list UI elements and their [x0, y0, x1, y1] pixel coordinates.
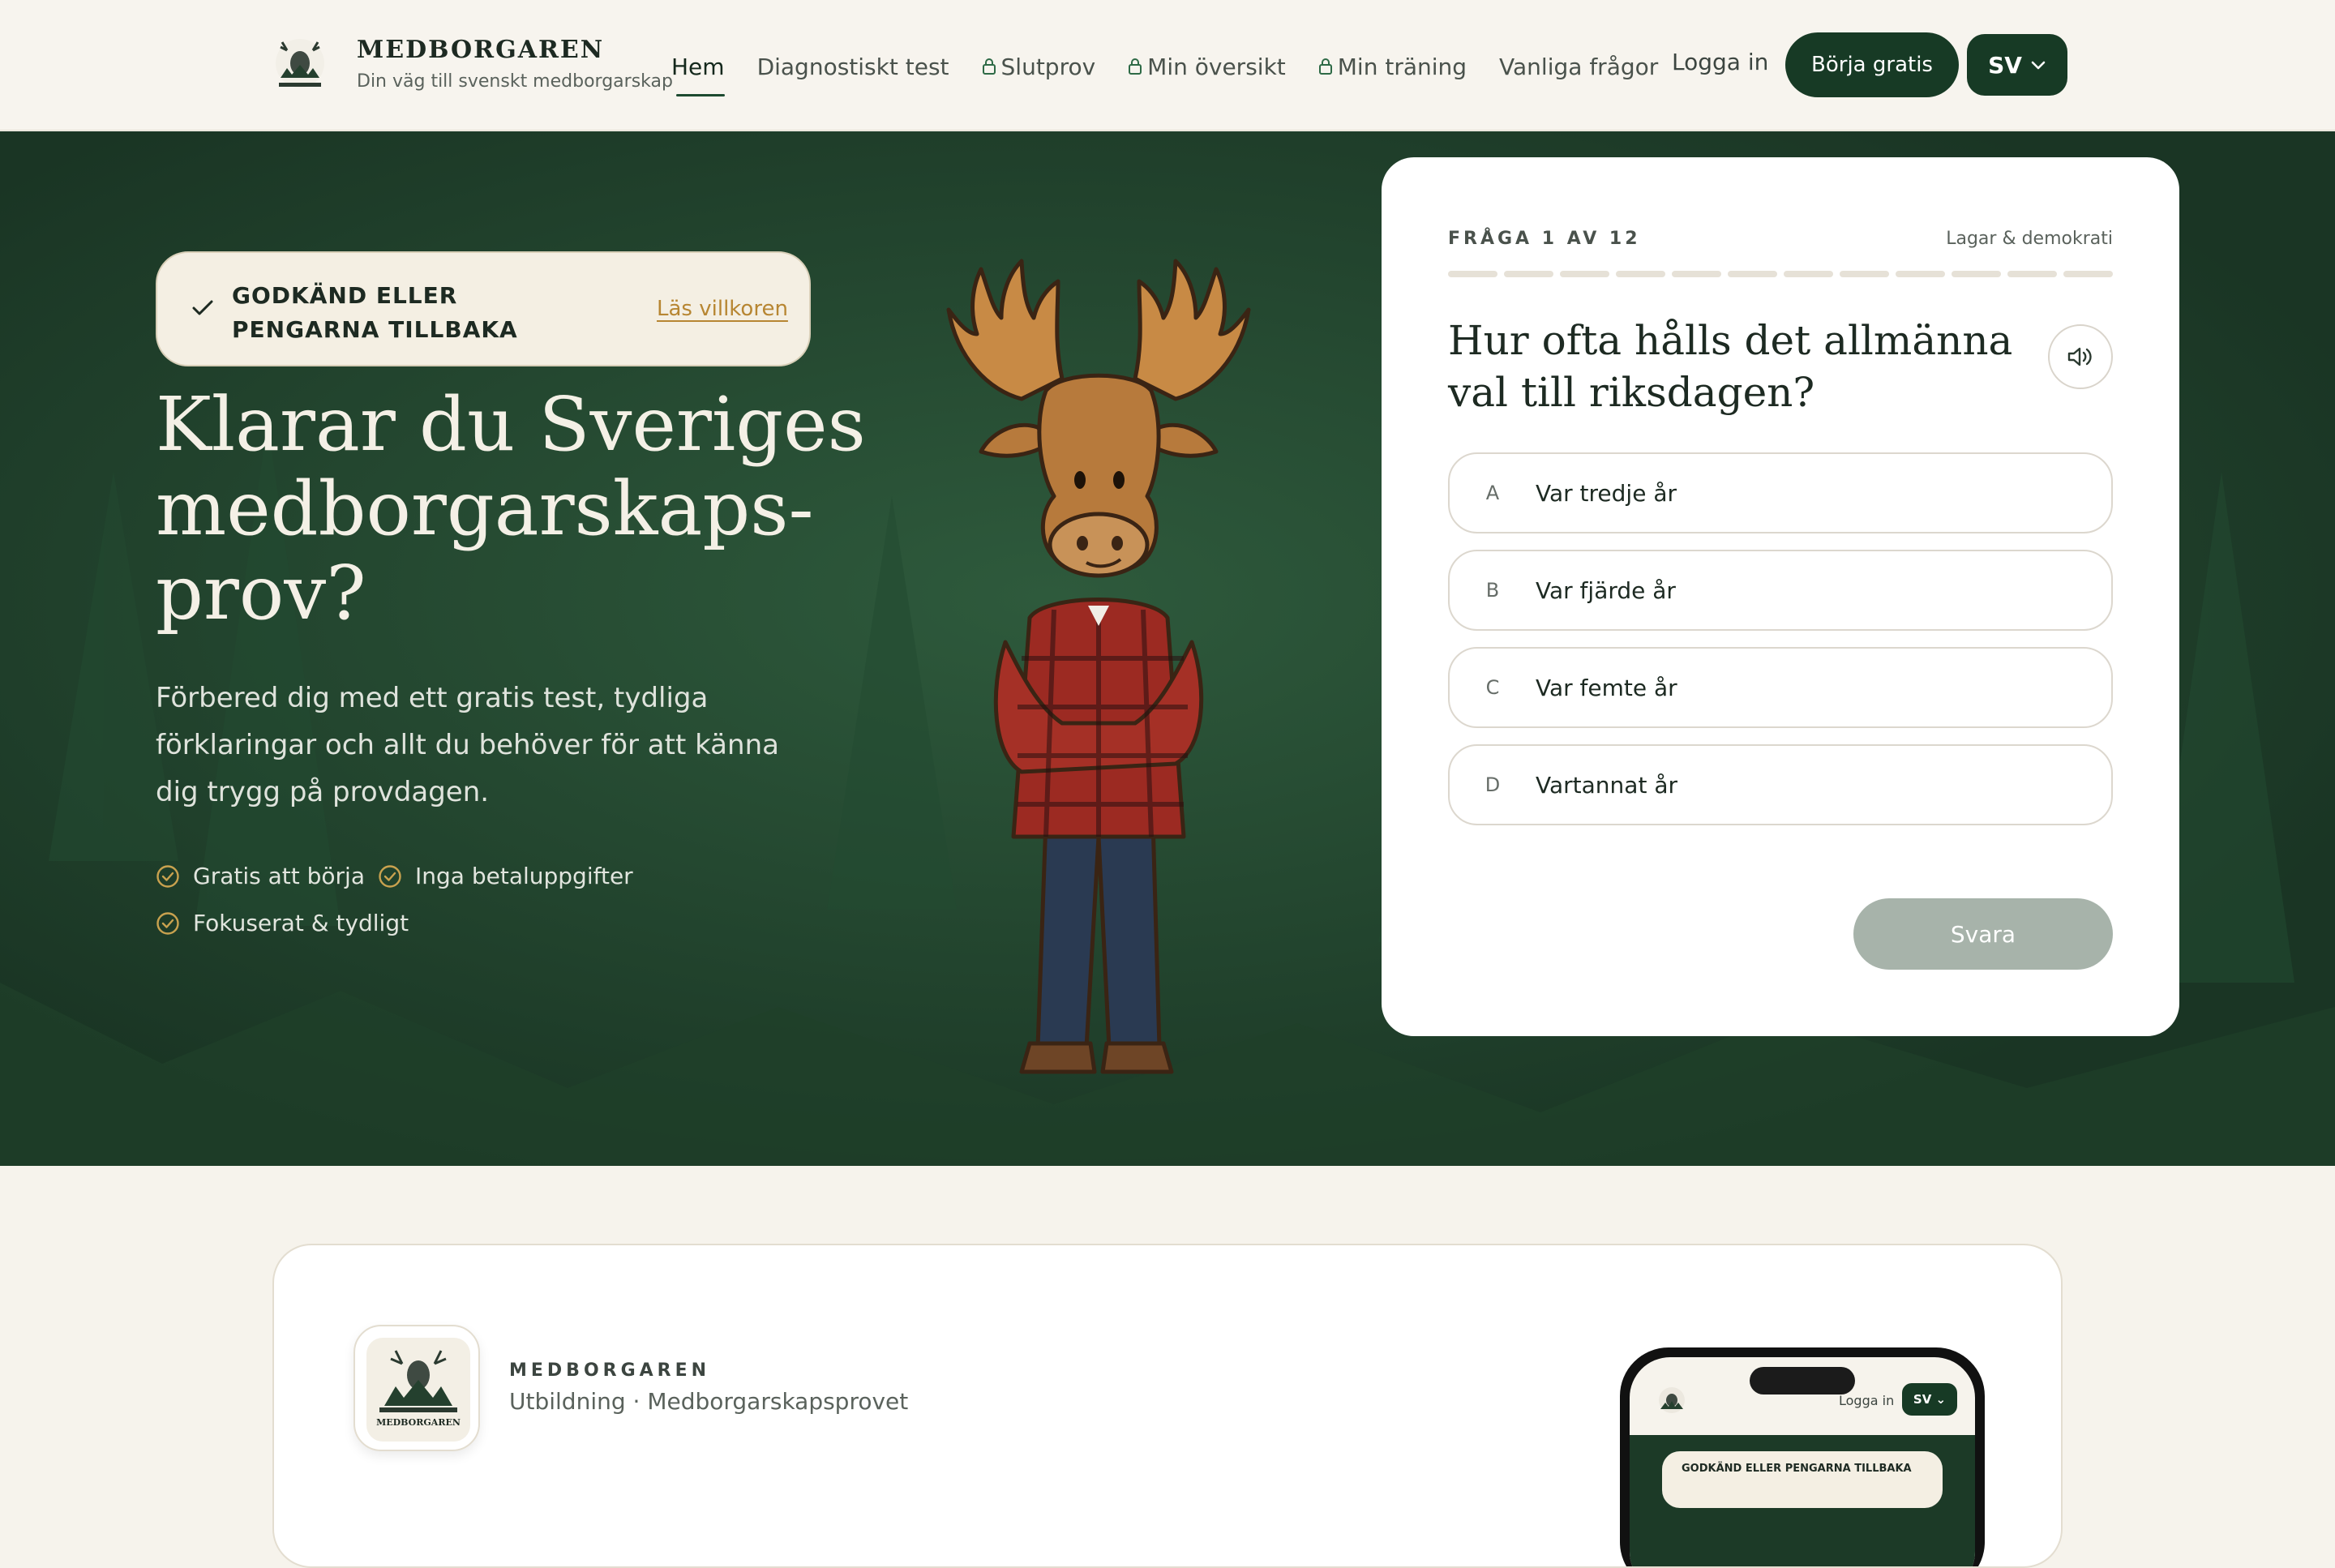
nav-label: Slutprov	[1000, 53, 1096, 80]
logo-icon[interactable]	[271, 36, 329, 94]
progress-segment	[1448, 271, 1497, 277]
option-text: Var femte år	[1536, 674, 1677, 701]
progress-segment	[2063, 271, 2113, 277]
phone-guarantee-banner: GODKÄND ELLER PENGARNA TILLBAKA	[1662, 1451, 1943, 1508]
submit-answer-button[interactable]: Svara	[1853, 898, 2113, 970]
option-letter: A	[1485, 482, 1500, 504]
language-label: SV	[1988, 51, 2022, 79]
app-name: MEDBORGAREN	[509, 1360, 711, 1381]
nav-label: Vanliga frågor	[1499, 53, 1659, 80]
progress-segment	[1840, 271, 1889, 277]
start-free-button[interactable]: Börja gratis	[1785, 32, 1959, 97]
answer-option-d[interactable]: D Vartannat år	[1448, 744, 2113, 825]
option-text: Var tredje år	[1536, 479, 1677, 507]
nav-item-slutprov[interactable]: Slutprov	[982, 53, 1096, 80]
feature-label: Inga betaluppgifter	[415, 863, 633, 889]
quiz-progress-bar	[1448, 271, 2113, 277]
moose-mascot	[946, 259, 1251, 1074]
phone-language-label: SV	[1913, 1392, 1932, 1407]
nav-label: Min träning	[1337, 53, 1467, 80]
nav-item-min-oversikt[interactable]: Min översikt	[1128, 54, 1286, 80]
money-back-guarantee-banner: GODKÄND ELLER PENGARNA TILLBAKA Läs vill…	[156, 251, 811, 366]
option-letter: B	[1485, 579, 1500, 602]
phone-guarantee-text: GODKÄND ELLER PENGARNA TILLBAKA	[1682, 1463, 1912, 1475]
question-category: Lagar & demokrati	[1946, 229, 2113, 249]
phone-language-selector: SV ⌄	[1902, 1383, 1957, 1416]
language-selector[interactable]: SV	[1967, 34, 2067, 96]
hero-title: Klarar du Sveriges medborgarskaps-prov?	[156, 381, 866, 636]
lock-icon	[1129, 58, 1142, 75]
nav-item-diagnostiskt-test[interactable]: Diagnostiskt test	[757, 54, 949, 80]
phone-screen: Logga in SV ⌄ GODKÄND ELLER PENGARNA TIL…	[1630, 1357, 1975, 1566]
question-text: Hur ofta hålls det allmänna val till rik…	[1448, 317, 2013, 416]
nav-label: Diagnostiskt test	[756, 53, 949, 80]
quiz-card: FRÅGA 1 AV 12 Lagar & demokrati Hur ofta…	[1382, 157, 2179, 1036]
check-circle-icon	[379, 864, 401, 888]
feature-item: Gratis att börja	[156, 863, 365, 889]
app-description: Utbildning · Medborgarskapsprovet	[509, 1388, 909, 1415]
question-counter: FRÅGA 1 AV 12	[1448, 229, 1641, 249]
check-icon	[192, 300, 213, 315]
progress-segment	[1504, 271, 1553, 277]
hero-section: GODKÄND ELLER PENGARNA TILLBAKA Läs vill…	[0, 131, 2335, 1166]
lock-icon	[1318, 58, 1332, 75]
app-preview-card: MEDBORGAREN MEDBORGAREN Utbildning · Med…	[272, 1244, 2063, 1568]
feature-label: Fokuserat & tydligt	[193, 910, 409, 936]
app-icon: MEDBORGAREN	[353, 1325, 480, 1451]
option-text: Vartannat år	[1536, 771, 1677, 799]
check-circle-icon	[156, 864, 179, 888]
check-circle-icon	[156, 911, 179, 935]
nav-item-hem[interactable]: Hem	[671, 53, 725, 96]
lock-icon	[982, 58, 996, 75]
app-icon-text: MEDBORGAREN	[376, 1417, 461, 1428]
phone-notch	[1750, 1367, 1855, 1394]
answer-option-b[interactable]: B Var fjärde år	[1448, 550, 2113, 631]
answer-option-a[interactable]: A Var tredje år	[1448, 452, 2113, 533]
read-aloud-button[interactable]	[2048, 324, 2113, 389]
answer-option-c[interactable]: C Var femte år	[1448, 647, 2113, 728]
brand-name[interactable]: MEDBORGAREN	[357, 36, 604, 64]
main-nav: Hem Diagnostiskt test Slutprov Min övers…	[671, 49, 1690, 96]
phone-login-link: Logga in	[1839, 1393, 1895, 1408]
logo-icon	[1659, 1387, 1685, 1413]
option-letter: D	[1485, 773, 1501, 796]
progress-segment	[1616, 271, 1665, 277]
top-navigation-bar: MEDBORGAREN Din väg till svenskt medborg…	[0, 0, 2335, 131]
option-letter: C	[1485, 676, 1500, 699]
progress-segment	[1784, 271, 1833, 277]
chevron-down-icon	[2031, 61, 2046, 70]
phone-hero: GODKÄND ELLER PENGARNA TILLBAKA	[1630, 1435, 1975, 1566]
feature-item: Fokuserat & tydligt	[156, 910, 409, 936]
speaker-icon	[2067, 347, 2092, 366]
progress-segment	[2007, 271, 2057, 277]
progress-segment	[1952, 271, 2001, 277]
hero-subtitle: Förbered dig med ett gratis test, tydlig…	[156, 682, 779, 808]
terms-link[interactable]: Läs villkoren	[657, 297, 788, 321]
progress-segment	[1560, 271, 1609, 277]
login-link[interactable]: Logga in	[1672, 49, 1768, 75]
phone-mockup: Logga in SV ⌄ GODKÄND ELLER PENGARNA TIL…	[1620, 1347, 1985, 1566]
nav-label: Hem	[671, 53, 725, 80]
progress-segment	[1896, 271, 1945, 277]
progress-segment	[1672, 271, 1721, 277]
nav-item-min-traning[interactable]: Min träning	[1318, 54, 1467, 80]
brand-tagline: Din väg till svenskt medborgarskap	[357, 71, 673, 92]
option-text: Var fjärde år	[1536, 576, 1676, 604]
guarantee-text: GODKÄND ELLER PENGARNA TILLBAKA	[232, 282, 518, 343]
feature-label: Gratis att börja	[193, 863, 365, 889]
progress-segment	[1728, 271, 1777, 277]
nav-label: Min översikt	[1147, 53, 1286, 80]
nav-item-vanliga-fragor[interactable]: Vanliga frågor	[1499, 54, 1658, 80]
feature-item: Inga betaluppgifter	[378, 863, 633, 889]
